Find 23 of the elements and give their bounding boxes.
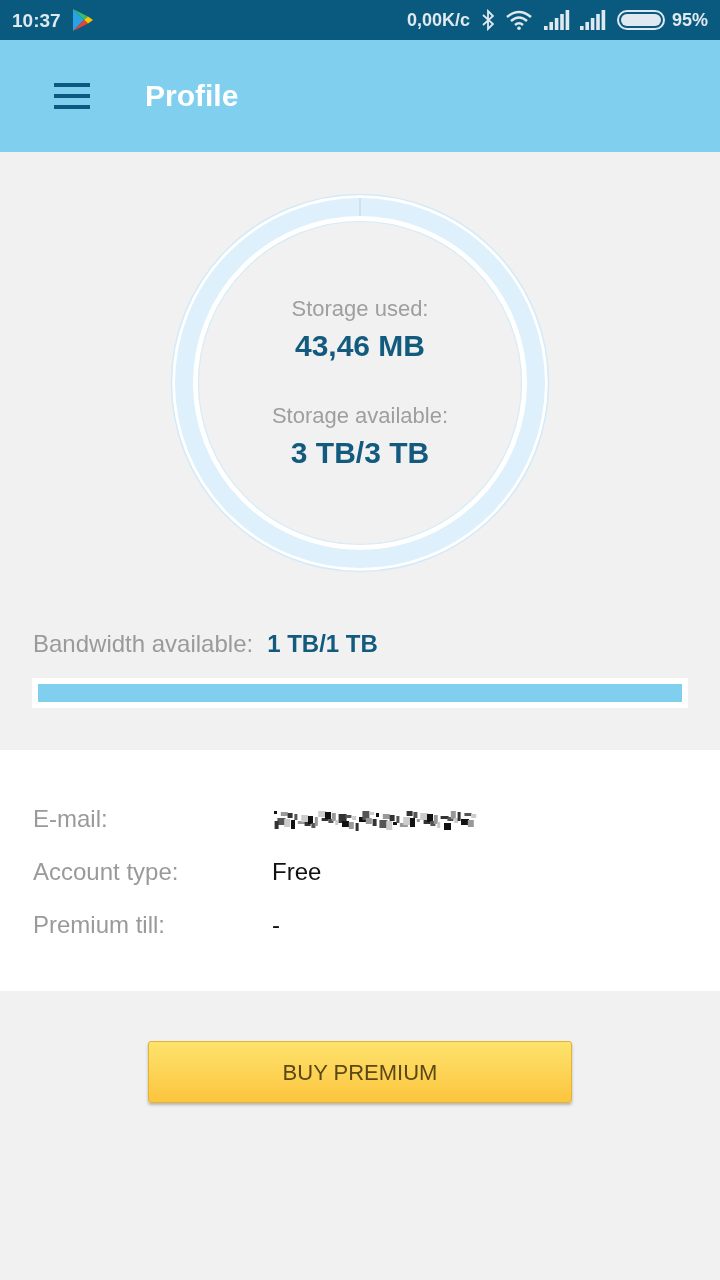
battery-percent: 95% [671,11,708,29]
clock-time: 10:37 [12,10,61,30]
battery-icon [616,10,665,30]
signal-icon [543,10,570,30]
signal-icon [579,10,606,30]
storage-used-label: Storage used: [291,295,429,323]
field-value: Free [272,857,322,887]
storage-available-label: Storage available: [271,402,449,430]
network-speed: 0,00K/c [406,11,470,29]
wifi-icon [505,10,532,30]
menu-button[interactable] [54,83,90,109]
bandwidth-value: 1 TB/1 TB [267,629,378,659]
storage-used-value: 43,46 MB [294,328,426,364]
colored-triangle-icon [71,8,94,32]
buy-premium-button[interactable]: BUY PREMIUM [148,1041,572,1103]
page-title: Profile [145,81,239,111]
field-label: E-mail: [33,804,109,834]
bluetooth-icon [481,9,494,31]
field-label: Premium till: [33,910,166,940]
bandwidth-label: Bandwidth available: [33,629,254,659]
storage-available-value: 3 TB/3 TB [290,435,430,471]
field-value: - [272,910,280,940]
field-label: Account type: [33,857,180,887]
